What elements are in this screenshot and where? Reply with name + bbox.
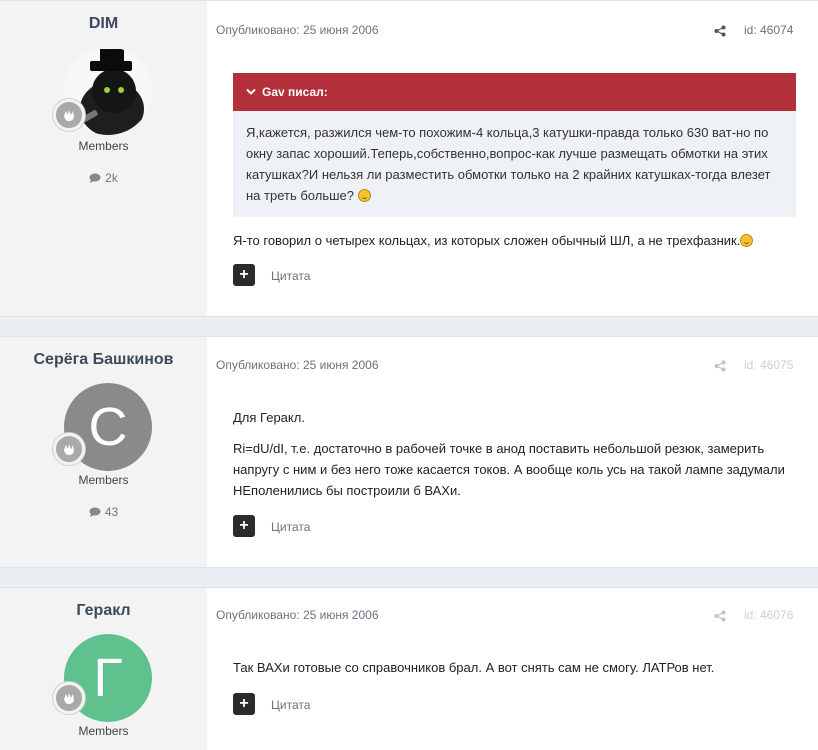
quote-button[interactable]: Цитата — [271, 698, 310, 712]
member-group: Members — [78, 139, 129, 153]
post-count: 2k — [0, 171, 207, 185]
post-paragraph: Для Геракл. — [233, 410, 305, 425]
post: Геракл Г Members Опубликовано: 25 июня 2… — [0, 587, 818, 750]
member-group: Members — [78, 473, 129, 487]
quote-button[interactable]: Цитата — [271, 269, 310, 283]
published-date[interactable]: Опубликовано: 25 июня 2006 — [216, 608, 379, 622]
post-id[interactable]: id: 46075 — [744, 358, 793, 372]
share-icon[interactable] — [714, 360, 726, 372]
post: Серёга Башкинов С Members 43 Опубликован… — [0, 336, 818, 568]
rank-badge-icon — [53, 99, 85, 131]
post-id[interactable]: id: 46074 — [744, 23, 793, 37]
quote-block: Gav писал: Я,кажется, разжился чем-то по… — [233, 73, 796, 217]
author-name[interactable]: DIM — [0, 15, 207, 33]
author-panel: DIM Members 2k — [0, 1, 207, 316]
member-group: Members — [78, 724, 129, 738]
post-content: Для Геракл. Ri=dU/dI, т.е. достаточно в … — [233, 407, 803, 511]
comment-icon — [89, 507, 101, 517]
multiquote-button[interactable]: + — [233, 693, 255, 715]
post-id[interactable]: id: 46076 — [744, 608, 793, 622]
quote-author: Gav писал: — [262, 85, 328, 99]
rank-badge-icon — [53, 682, 85, 714]
smiley-icon — [357, 189, 371, 202]
author-name[interactable]: Серёга Башкинов — [0, 351, 207, 369]
published-date[interactable]: Опубликовано: 25 июня 2006 — [216, 358, 379, 372]
quote-text-content: Я,кажется, разжился чем-то похожим-4 кол… — [246, 125, 771, 203]
smiley-icon — [740, 234, 754, 247]
author-name[interactable]: Геракл — [0, 602, 207, 620]
author-panel: Серёга Башкинов С Members 43 — [0, 337, 207, 567]
share-icon[interactable] — [714, 610, 726, 622]
post-paragraph: Ri=dU/dI, т.е. достаточно в рабочей точк… — [233, 441, 785, 498]
comment-icon — [89, 173, 101, 183]
post-count-value: 2k — [105, 171, 118, 185]
post-count-value: 43 — [104, 505, 119, 519]
rank-badge-icon — [53, 433, 85, 465]
multiquote-button[interactable]: + — [233, 264, 255, 286]
post-count: 43 — [0, 505, 207, 519]
chevron-down-icon — [246, 88, 256, 95]
post: DIM Members 2k Опубликовано: 25 июня 200… — [0, 0, 818, 317]
multiquote-button[interactable]: + — [233, 515, 255, 537]
quote-text: Я,кажется, разжился чем-то похожим-4 кол… — [233, 111, 796, 216]
published-date[interactable]: Опубликовано: 25 июня 2006 — [216, 23, 379, 37]
author-panel: Геракл Г Members — [0, 588, 207, 750]
avatar-letter: С — [88, 397, 128, 457]
quote-button[interactable]: Цитата — [271, 520, 310, 534]
share-icon[interactable] — [714, 25, 726, 37]
quote-header[interactable]: Gav писал: — [233, 73, 796, 111]
post-text: Так ВАХи готовые со справочников брал. А… — [233, 660, 715, 675]
avatar-letter: Г — [93, 648, 123, 708]
post-content: Так ВАХи готовые со справочников брал. А… — [233, 657, 803, 678]
post-text: Я-то говорил о четырех кольцах, из котор… — [233, 233, 741, 248]
post-content: Я-то говорил о четырех кольцах, из котор… — [233, 230, 803, 251]
